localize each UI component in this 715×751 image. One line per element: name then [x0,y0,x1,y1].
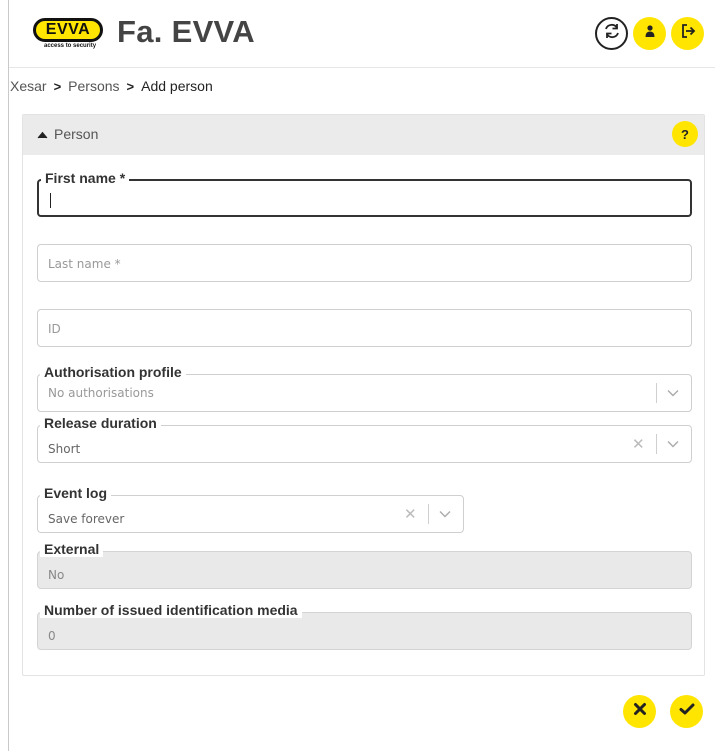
sync-button[interactable] [595,17,628,50]
select-divider [428,496,429,532]
breadcrumb-add-person: Add person [141,78,213,94]
select-divider [656,426,657,462]
user-button[interactable] [633,17,666,50]
authorisation-profile-placeholder: No authorisations [48,386,154,400]
chevron-right-icon: > [53,78,62,94]
last-name-placeholder: Last name * [48,257,121,271]
clear-icon[interactable]: ✕ [632,426,645,462]
issued-media-field: Number of issued identification media 0 [37,602,692,650]
first-name-label: First name * [41,170,130,186]
authorisation-profile-select[interactable]: Authorisation profile No authorisations [37,364,692,412]
chevron-up-icon [37,126,48,142]
last-name-field[interactable]: Last name * [37,244,692,282]
logo-wordmark: EVVA [33,18,103,42]
logo-tagline: access to security [44,43,97,49]
id-placeholder: ID [48,322,61,336]
app-title: Fa. EVVA [117,14,255,49]
first-name-field[interactable]: First name * [37,170,692,217]
clear-icon[interactable]: ✕ [404,496,417,532]
release-duration-value: Short [48,442,81,456]
id-field[interactable]: ID [37,309,692,347]
select-divider [656,375,657,411]
page-frame-border [8,0,9,751]
issued-media-value: 0 [48,629,56,643]
external-field: External No [37,541,692,589]
close-icon [633,702,647,721]
logout-button[interactable] [671,17,704,50]
breadcrumb-xesar[interactable]: Xesar [10,78,47,94]
breadcrumb-persons[interactable]: Persons [68,78,119,94]
chevron-right-icon: > [126,78,135,94]
text-caret [50,193,51,208]
chevron-down-icon[interactable] [667,426,679,462]
event-log-value: Save forever [48,512,125,526]
external-value: No [48,568,65,582]
panel-title-label: Person [54,126,99,142]
user-icon [644,24,656,43]
help-button[interactable]: ? [672,121,698,147]
panel-title[interactable]: Person [37,126,98,142]
release-duration-select[interactable]: Release duration Short ✕ [37,415,692,463]
sync-icon [603,22,621,45]
chevron-down-icon[interactable] [667,375,679,411]
issued-media-label: Number of issued identification media [40,602,302,618]
panel-header[interactable]: Person ? [23,115,704,155]
check-icon [679,702,695,721]
external-label: External [40,541,104,557]
person-panel: Person ? First name * Last name * ID Aut… [22,114,705,676]
authorisation-profile-label: Authorisation profile [40,364,186,380]
event-log-label: Event log [40,485,112,501]
logout-icon [680,23,696,44]
cancel-button[interactable] [623,695,656,728]
event-log-select[interactable]: Event log Save forever ✕ [37,485,464,533]
breadcrumb: Xesar > Persons > Add person [10,78,213,94]
save-button[interactable] [670,695,703,728]
help-icon: ? [681,126,689,142]
release-duration-label: Release duration [40,415,161,431]
app-header: EVVA access to security Fa. EVVA [9,0,715,68]
chevron-down-icon[interactable] [439,496,451,532]
evva-logo: EVVA access to security [33,18,103,52]
